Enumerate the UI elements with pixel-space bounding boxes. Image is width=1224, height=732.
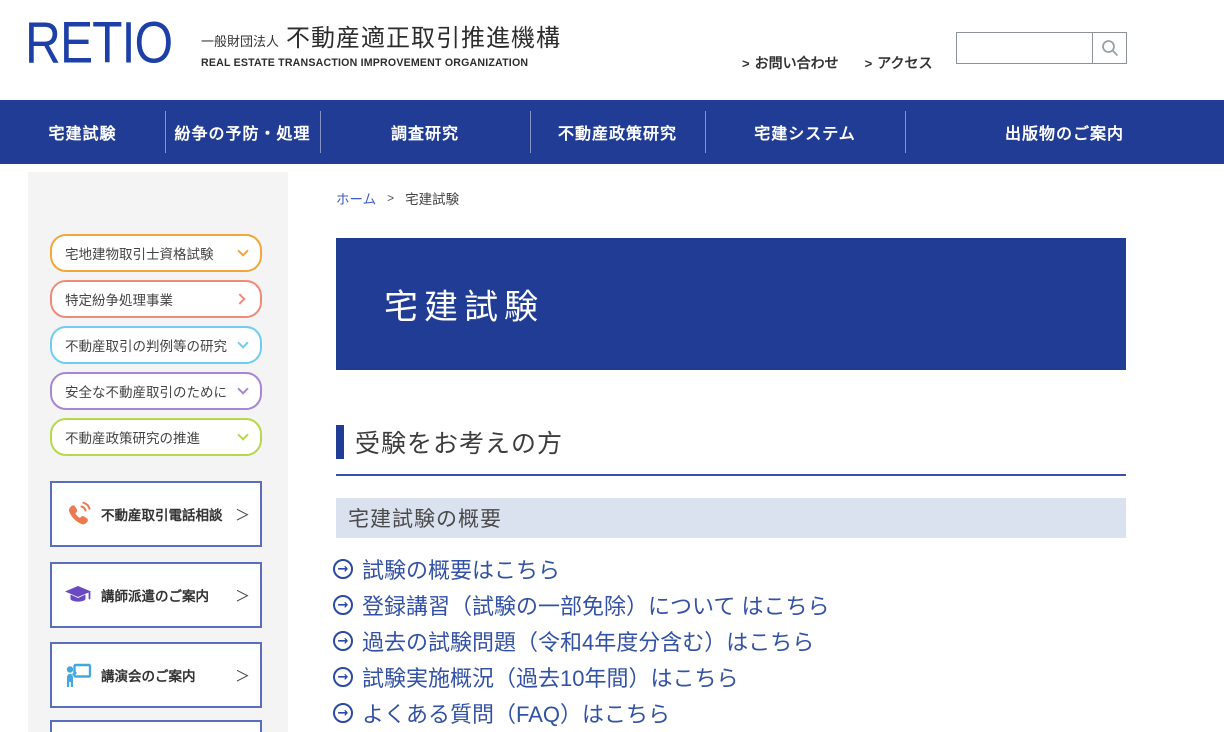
lecture-guide-box[interactable]: 講演会のご案内 ＞ xyxy=(50,642,262,708)
info-box-partial[interactable] xyxy=(50,720,262,732)
nav-item-publications[interactable]: 出版物のご案内 xyxy=(905,100,1224,164)
nav-item-takken-system[interactable]: 宅建システム xyxy=(705,100,905,164)
info-box-label: 不動産取引電話相談 xyxy=(101,504,226,524)
subsection-banner: 宅建試験の概要 xyxy=(336,498,1126,538)
sidebar: 宅地建物取引士資格試験 特定紛争処理事業 不動産取引の判例等の研究 安全な不動産… xyxy=(28,172,288,732)
contact-link[interactable]: > お問い合わせ xyxy=(742,53,839,73)
arrow-circle-icon: → xyxy=(333,631,353,651)
link-label: 過去の試験問題（令和4年度分含む）はこちら xyxy=(362,625,814,657)
nav-item-takken-exam[interactable]: 宅建試験 xyxy=(0,100,165,164)
search-button[interactable] xyxy=(1092,33,1126,63)
access-link[interactable]: > アクセス xyxy=(865,53,933,73)
sidebar-item-label: 不動産政策研究の推進 xyxy=(65,427,233,447)
section-title: 受験をお考えの方 xyxy=(355,424,563,460)
sidebar-item-label: 不動産取引の判例等の研究 xyxy=(65,335,233,355)
sidebar-item-dispute-resolution[interactable]: 特定紛争処理事業 xyxy=(50,280,262,318)
link-registration-course[interactable]: → 登録講習（試験の一部免除）について はこちら xyxy=(333,587,1126,623)
chevron-right-icon: > xyxy=(742,56,750,71)
retio-logo: RETIO xyxy=(25,14,172,72)
breadcrumb: ホーム > 宅建試験 xyxy=(336,188,459,208)
header-links: > お問い合わせ > アクセス xyxy=(742,53,933,73)
sidebar-item-case-law-research[interactable]: 不動産取引の判例等の研究 xyxy=(50,326,262,364)
link-exam-overview[interactable]: → 試験の概要はこちら xyxy=(333,551,1126,587)
access-link-label: アクセス xyxy=(877,53,932,73)
link-label: 試験の概要はこちら xyxy=(362,553,560,585)
sidebar-item-takken-exam[interactable]: 宅地建物取引士資格試験 xyxy=(50,234,262,272)
link-label: 試験実施概況（過去10年間）はこちら xyxy=(362,661,738,693)
nav-item-dispute[interactable]: 紛争の予防・処理 xyxy=(165,100,320,164)
nav-item-research[interactable]: 調査研究 xyxy=(320,100,530,164)
subsection-title: 宅建試験の概要 xyxy=(348,503,502,533)
phone-consultation-box[interactable]: 不動産取引電話相談 ＞ xyxy=(50,481,262,547)
section-underline xyxy=(336,474,1126,476)
search-input[interactable] xyxy=(957,33,1092,63)
logo[interactable]: RETIO 一般財団法人 不動産適正取引推進機構 REAL ESTATE TRA… xyxy=(25,16,561,70)
graduation-cap-icon xyxy=(64,581,92,609)
chevron-down-icon xyxy=(237,337,248,348)
link-exam-statistics[interactable]: → 試験実施概況（過去10年間）はこちら xyxy=(333,659,1126,695)
link-faq[interactable]: → よくある質問（FAQ）はこちら xyxy=(333,695,1126,731)
sidebar-item-policy-promotion[interactable]: 不動産政策研究の推進 xyxy=(50,418,262,456)
chevron-right-icon: ＞ xyxy=(235,504,250,525)
page-title: 宅建試験 xyxy=(384,280,544,329)
chevron-down-icon xyxy=(237,245,248,256)
sidebar-item-safe-transactions[interactable]: 安全な不動産取引のために xyxy=(50,372,262,410)
search-icon xyxy=(1100,38,1120,58)
sidebar-item-label: 安全な不動産取引のために xyxy=(65,381,233,401)
chevron-right-icon xyxy=(234,293,245,304)
arrow-circle-icon: → xyxy=(333,595,353,615)
chevron-right-icon: ＞ xyxy=(235,585,250,606)
info-box-label: 講演会のご案内 xyxy=(101,665,226,685)
arrow-circle-icon: → xyxy=(333,667,353,687)
main-nav: 宅建試験 紛争の予防・処理 調査研究 不動産政策研究 宅建システム 出版物のご案… xyxy=(0,100,1224,164)
sidebar-item-label: 特定紛争処理事業 xyxy=(65,289,230,309)
arrow-circle-icon: → xyxy=(333,559,353,579)
nav-item-policy-research[interactable]: 不動産政策研究 xyxy=(530,100,705,164)
breadcrumb-home-link[interactable]: ホーム xyxy=(336,188,376,208)
page: RETIO 一般財団法人 不動産適正取引推進機構 REAL ESTATE TRA… xyxy=(0,0,1224,732)
info-box-label: 講師派遣のご案内 xyxy=(101,585,226,605)
chevron-right-icon: > xyxy=(865,56,873,71)
link-label: よくある質問（FAQ）はこちら xyxy=(362,697,670,729)
link-list: → 試験の概要はこちら → 登録講習（試験の一部免除）について はこちら → 過… xyxy=(333,551,1126,731)
org-prefix: 一般財団法人 xyxy=(201,31,279,50)
arrow-circle-icon: → xyxy=(333,703,353,723)
org-name: 不動産適正取引推進機構 xyxy=(286,18,561,53)
presenter-icon xyxy=(64,661,92,689)
page-title-banner: 宅建試験 xyxy=(336,238,1126,370)
chevron-down-icon xyxy=(237,383,248,394)
lecturer-dispatch-box[interactable]: 講師派遣のご案内 ＞ xyxy=(50,562,262,628)
chevron-right-icon: ＞ xyxy=(235,665,250,686)
link-past-exam-questions[interactable]: → 過去の試験問題（令和4年度分含む）はこちら xyxy=(333,623,1126,659)
chevron-down-icon xyxy=(237,429,248,440)
section-heading-bar xyxy=(336,425,344,459)
breadcrumb-current: 宅建試験 xyxy=(405,188,459,208)
contact-link-label: お問い合わせ xyxy=(755,53,839,73)
breadcrumb-separator: > xyxy=(387,191,394,205)
search-box xyxy=(956,32,1127,64)
org-name-block: 一般財団法人 不動産適正取引推進機構 REAL ESTATE TRANSACTI… xyxy=(201,18,561,69)
section-heading: 受験をお考えの方 xyxy=(336,424,563,460)
org-name-en: REAL ESTATE TRANSACTION IMPROVEMENT ORGA… xyxy=(201,57,561,69)
link-label: 登録講習（試験の一部免除）について はこちら xyxy=(362,589,829,621)
phone-icon xyxy=(64,500,92,528)
sidebar-item-label: 宅地建物取引士資格試験 xyxy=(65,243,233,263)
